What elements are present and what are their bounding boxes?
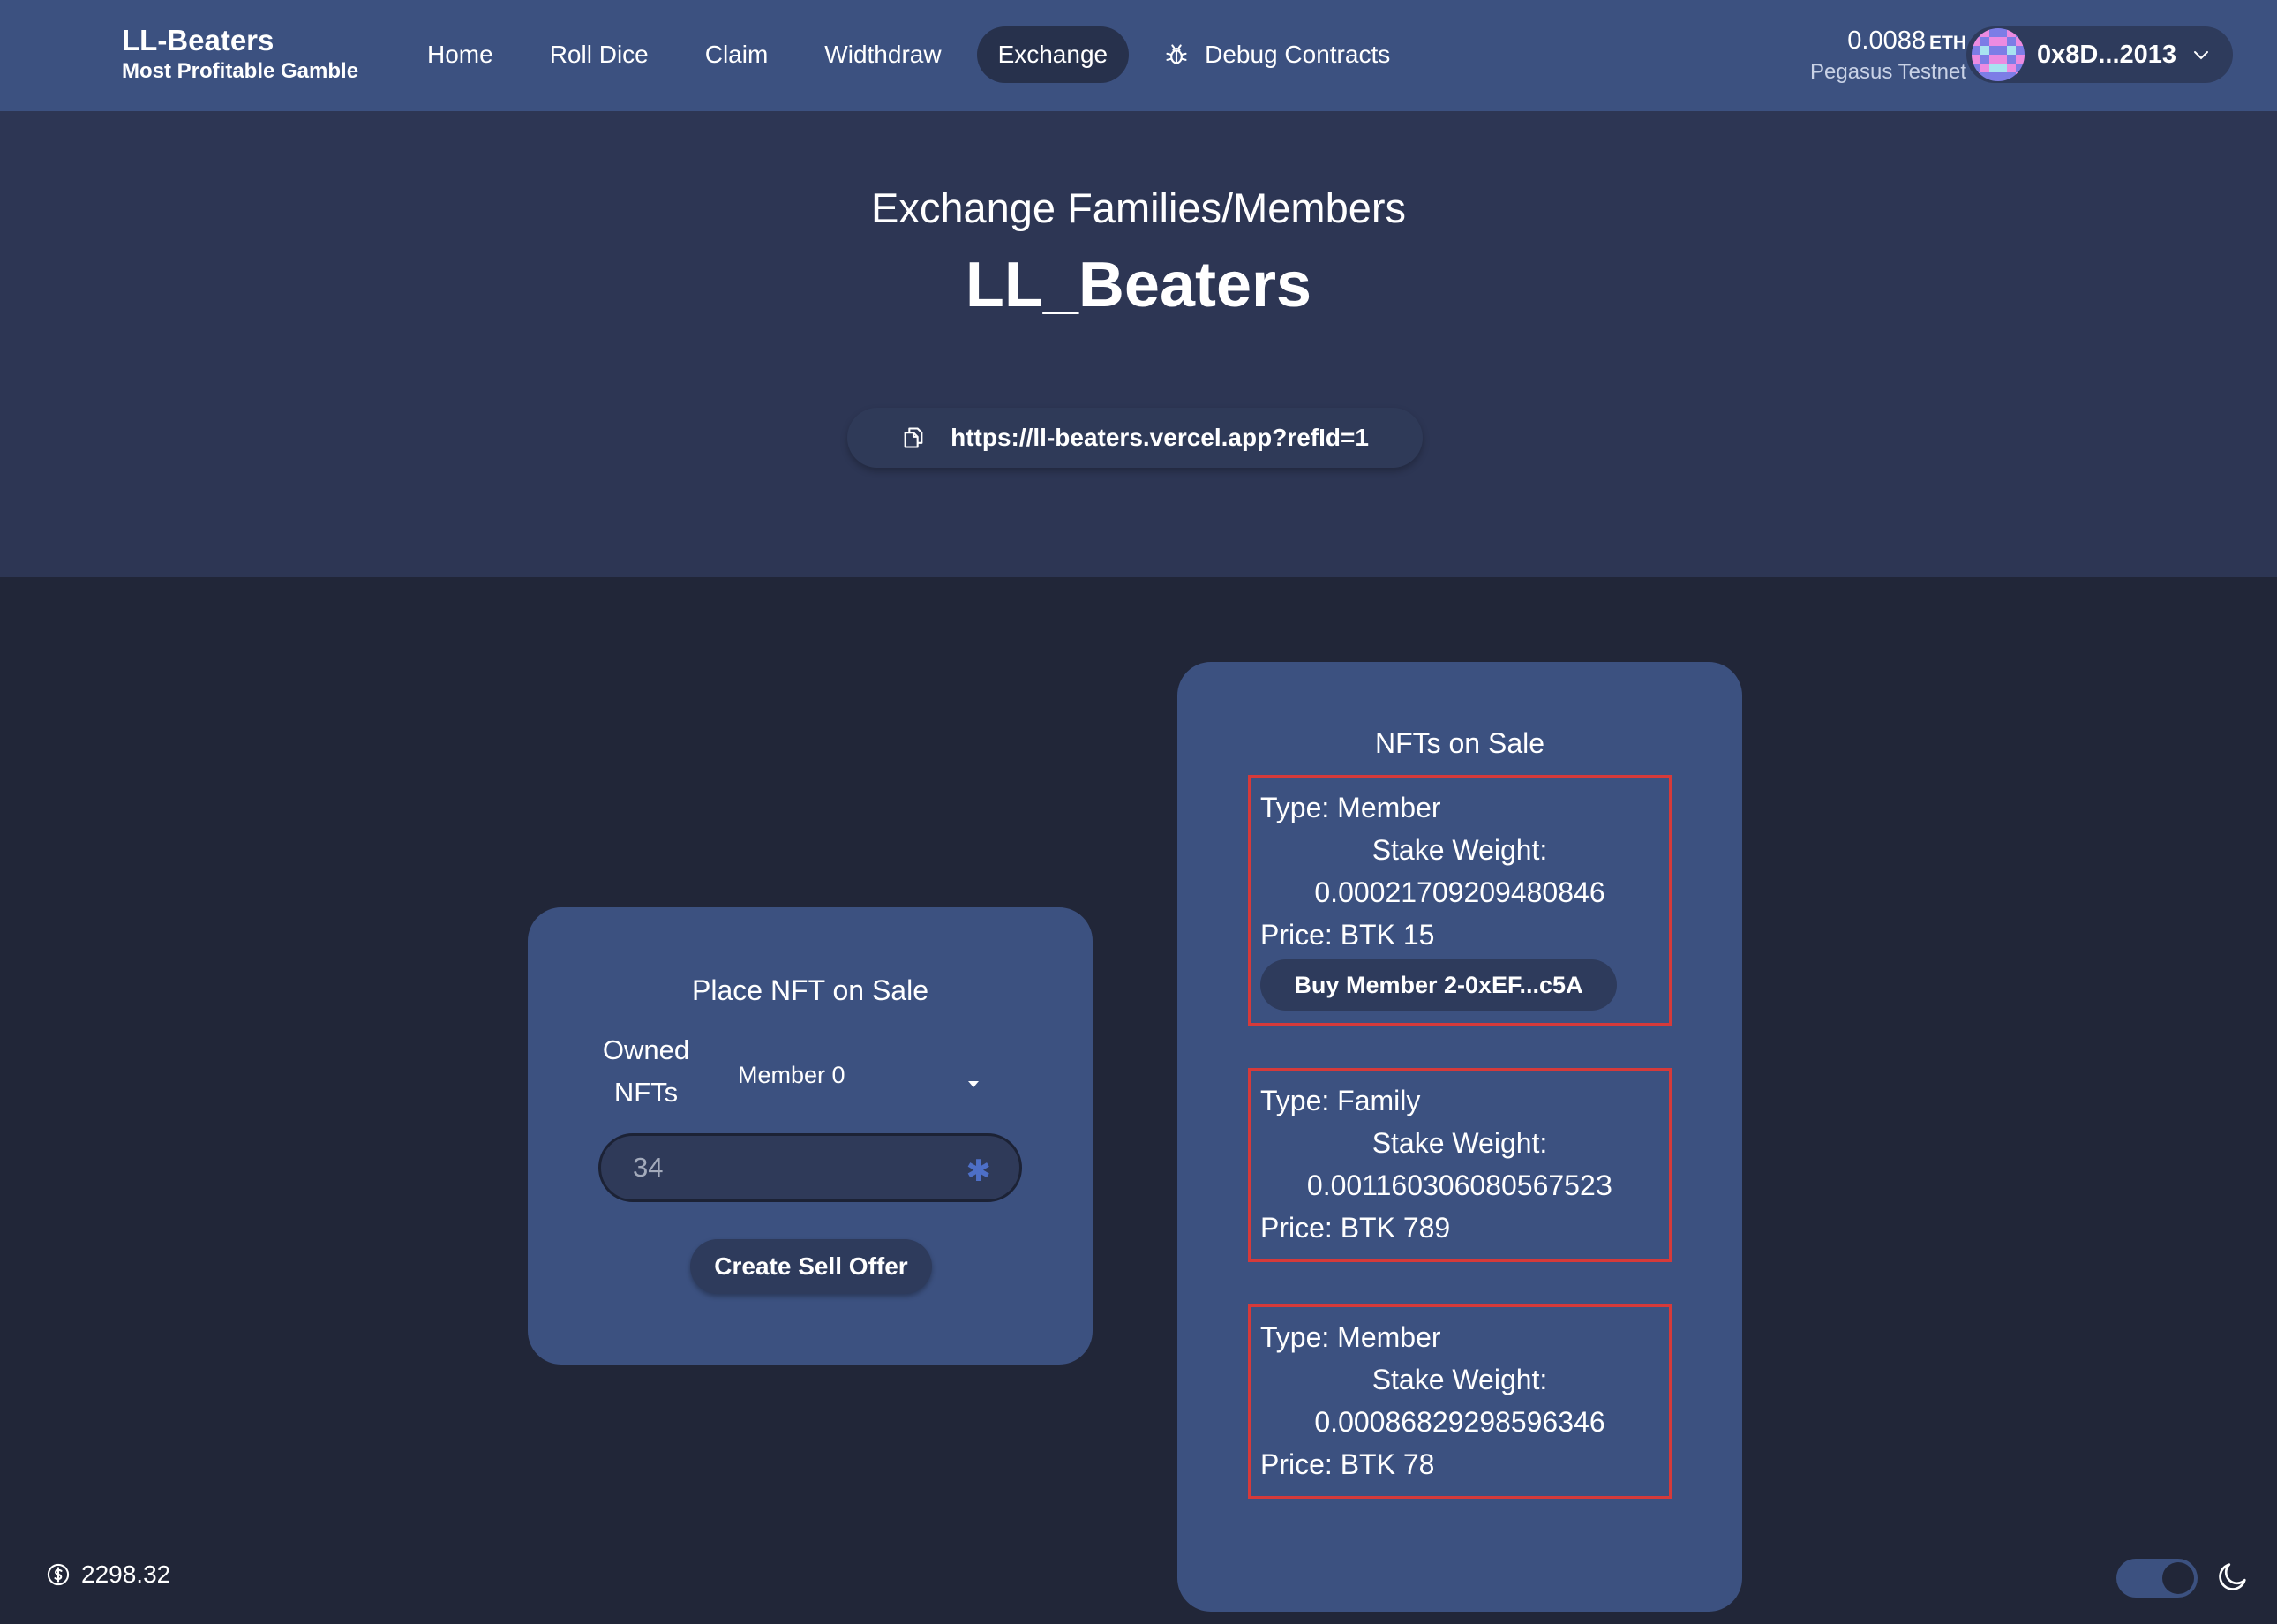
offer-stake-label: Stake Weight:: [1371, 834, 1548, 866]
owned-nfts-label: Owned NFTs: [602, 1034, 690, 1108]
hero-section: Exchange Families/Members LL_Beaters htt…: [0, 111, 2277, 577]
offer-type: Type: Member: [1260, 792, 1441, 823]
nav-home-label: Home: [427, 41, 493, 68]
nav-home[interactable]: Home: [406, 26, 515, 83]
native-price-value: 2298.32: [81, 1560, 171, 1588]
brand[interactable]: LL-Beaters Most Profitable Gamble: [122, 23, 358, 85]
price-input-value: 34: [633, 1152, 664, 1183]
native-currency-price: 2298.32: [46, 1560, 170, 1589]
nav-exchange-label: Exchange: [997, 41, 1108, 68]
place-nft-title: Place NFT on Sale: [692, 974, 928, 1006]
offer-price: Price: BTK 78: [1260, 1448, 1435, 1480]
nav-roll-dice[interactable]: Roll Dice: [529, 26, 670, 83]
place-nft-card: Place NFT on Sale Owned NFTs Member 0 34…: [528, 907, 1093, 1365]
nav-debug-contracts[interactable]: Debug Contracts: [1143, 26, 1411, 83]
offer-stake-label: Stake Weight:: [1371, 1127, 1548, 1159]
referral-link: https://ll-beaters.vercel.app?refId=1: [951, 424, 1369, 451]
wallet-balance: 0.0088 ETH Pegasus Testnet: [1810, 25, 1966, 86]
offer-stake-value: 0.00116030608056752З: [1306, 1169, 1613, 1201]
bug-icon: [1164, 42, 1189, 67]
create-sell-offer-button[interactable]: Create Sell Offer: [690, 1239, 932, 1294]
nav-claim-label: Claim: [704, 41, 769, 68]
account-dropdown-button[interactable]: 0x8D...2013: [1966, 26, 2233, 83]
brand-subtitle: Most Profitable Gamble: [122, 59, 359, 83]
buy-member-button[interactable]: Buy Member 2-0xEF...c5A: [1260, 959, 1617, 1011]
page: LL-Beaters Most Profitable Gamble Home R…: [0, 0, 2277, 1624]
brand-title: LL-Beaters: [122, 24, 274, 56]
chevron-down-icon: [2191, 44, 2212, 65]
copy-icon: [901, 425, 926, 450]
sale-offer: Type: Member Stake Weight: 0.00086829298…: [1248, 1304, 1672, 1499]
top-navbar: LL-Beaters Most Profitable Gamble Home R…: [0, 0, 2277, 111]
offer-type: Type: Member: [1260, 1321, 1441, 1353]
owned-nft-selected: Member 0: [738, 1061, 845, 1088]
owned-nft-select[interactable]: Member 0: [725, 1054, 990, 1096]
dollar-coin-icon: [46, 1562, 71, 1587]
nav-exchange[interactable]: Exchange: [976, 26, 1130, 83]
sale-offer: Type: Member Stake Weight: 0.00021709209…: [1248, 775, 1672, 1026]
main-nav: Home Roll Dice Claim Widthdraw Exchange …: [406, 26, 1425, 83]
eth-balance-value: 0.0088: [1847, 26, 1926, 55]
referral-link-copy[interactable]: https://ll-beaters.vercel.app?refId=1: [847, 408, 1423, 468]
nfts-on-sale-title: NFTs on Sale: [1374, 727, 1545, 759]
network-name: Pegasus Testnet: [1809, 60, 1966, 84]
offer-stake-value: 0.00086829298596346: [1314, 1406, 1605, 1438]
nav-withdraw-label: Widthdraw: [824, 41, 942, 68]
hero-title: LL_Beaters: [965, 250, 1312, 320]
multiply-icon[interactable]: ✱: [966, 1154, 992, 1189]
eth-unit: ETH: [1929, 33, 1966, 53]
account-address: 0x8D...2013: [2037, 40, 2177, 69]
nav-claim[interactable]: Claim: [684, 26, 790, 83]
offer-type: Type: Family: [1260, 1085, 1421, 1116]
eth-balance: 0.0088 ETH: [1810, 25, 1966, 59]
offer-price: Price: BTK 789: [1260, 1212, 1451, 1244]
price-input[interactable]: 34 ✱: [598, 1133, 1022, 1202]
theme-toggle-knob: [2162, 1562, 2194, 1594]
nfts-on-sale-card: NFTs on Sale Type: Member Stake Weight: …: [1177, 662, 1742, 1612]
nav-debug-contracts-label: Debug Contracts: [1205, 41, 1391, 68]
caret-down-icon: [966, 1068, 981, 1095]
offer-price: Price: BTK 15: [1260, 919, 1435, 951]
moon-icon: [2215, 1559, 2251, 1594]
sale-offer: Type: Family Stake Weight: 0.00116030608…: [1248, 1068, 1672, 1262]
nav-withdraw[interactable]: Widthdraw: [803, 26, 962, 83]
offer-stake-value: 0.00021709209480846: [1314, 876, 1605, 908]
nav-roll-dice-label: Roll Dice: [549, 41, 649, 68]
hero-subtitle: Exchange Families/Members: [871, 184, 1406, 231]
avatar: [1972, 28, 2025, 81]
theme-toggle[interactable]: [2116, 1559, 2198, 1598]
offer-stake-label: Stake Weight:: [1371, 1364, 1548, 1395]
